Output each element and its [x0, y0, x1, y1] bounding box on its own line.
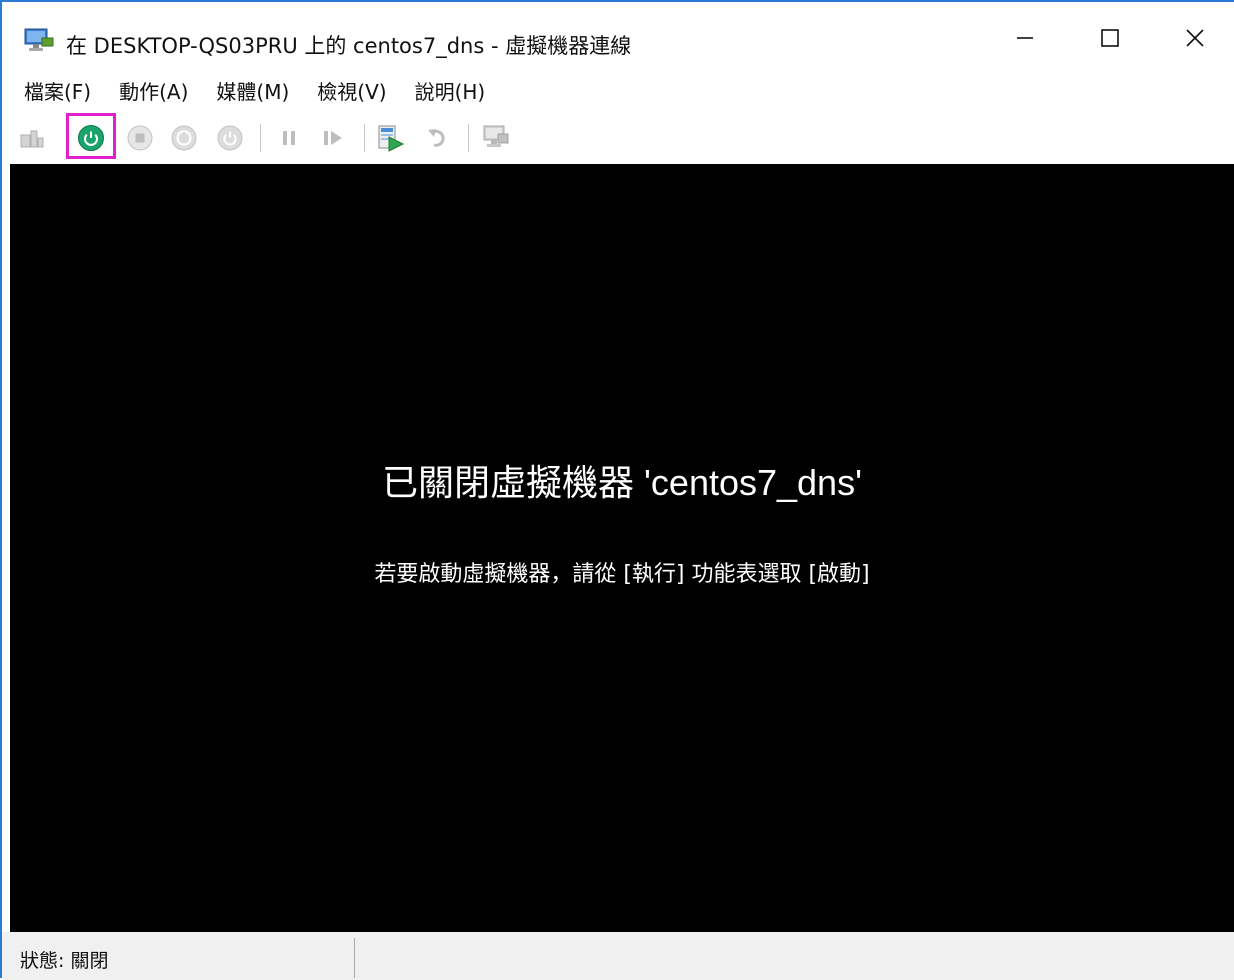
- status-text: 狀態: 關閉: [20, 950, 109, 972]
- checkpoint-icon: [376, 123, 406, 153]
- toolbar-separator: [364, 124, 365, 152]
- maximize-icon: [1100, 28, 1120, 48]
- start-button-highlight: [66, 113, 116, 159]
- close-icon: [1185, 28, 1205, 48]
- enhanced-session-button[interactable]: [480, 122, 512, 154]
- pause-icon: [277, 126, 301, 150]
- resume-button[interactable]: [318, 122, 350, 154]
- menu-media[interactable]: 媒體(M): [202, 74, 303, 110]
- turn-off-button[interactable]: [124, 122, 156, 154]
- toolbar: [2, 110, 1234, 164]
- window-title: 在 DESKTOP-QS03PRU 上的 centos7_dns - 虛擬機器連…: [66, 34, 632, 58]
- menu-help[interactable]: 說明(H): [401, 74, 500, 110]
- shut-down-button[interactable]: [168, 122, 200, 154]
- minimize-icon: [1015, 28, 1035, 48]
- toolbar-separator: [260, 124, 261, 152]
- vm-start-hint: 若要啟動虛擬機器，請從 [執行] 功能表選取 [啟動]: [374, 562, 870, 587]
- resume-icon: [321, 126, 347, 150]
- pause-button[interactable]: [273, 122, 305, 154]
- save-icon: [216, 124, 244, 152]
- save-button[interactable]: [214, 122, 246, 154]
- shut-down-icon: [170, 124, 198, 152]
- close-button[interactable]: [1150, 2, 1234, 74]
- status-bar: 狀態: 關閉: [2, 932, 1234, 980]
- vm-console-screen[interactable]: 已關閉虛擬機器 'centos7_dns' 若要啟動虛擬機器，請從 [執行] 功…: [10, 164, 1234, 932]
- menu-file[interactable]: 檔案(F): [2, 74, 105, 110]
- maximize-button[interactable]: [1065, 2, 1155, 74]
- vm-connection-icon: [24, 26, 54, 56]
- revert-icon: [425, 125, 451, 151]
- turn-off-icon: [126, 124, 154, 152]
- menu-view[interactable]: 檢視(V): [303, 74, 400, 110]
- ctrl-alt-del-icon: [19, 125, 45, 151]
- revert-button[interactable]: [422, 122, 454, 154]
- checkpoint-button[interactable]: [375, 122, 407, 154]
- title-bar[interactable]: 在 DESKTOP-QS03PRU 上的 centos7_dns - 虛擬機器連…: [2, 2, 1234, 74]
- vm-connection-window: 在 DESKTOP-QS03PRU 上的 centos7_dns - 虛擬機器連…: [0, 0, 1234, 980]
- toolbar-separator: [468, 124, 469, 152]
- vm-off-title: 已關閉虛擬機器 'centos7_dns': [382, 462, 862, 503]
- menu-action[interactable]: 動作(A): [105, 74, 202, 110]
- enhanced-session-icon: [481, 123, 511, 153]
- ctrl-alt-del-button[interactable]: [16, 122, 48, 154]
- minimize-button[interactable]: [980, 2, 1070, 74]
- status-divider: [354, 938, 355, 978]
- menu-bar: 檔案(F) 動作(A) 媒體(M) 檢視(V) 說明(H): [2, 74, 1234, 110]
